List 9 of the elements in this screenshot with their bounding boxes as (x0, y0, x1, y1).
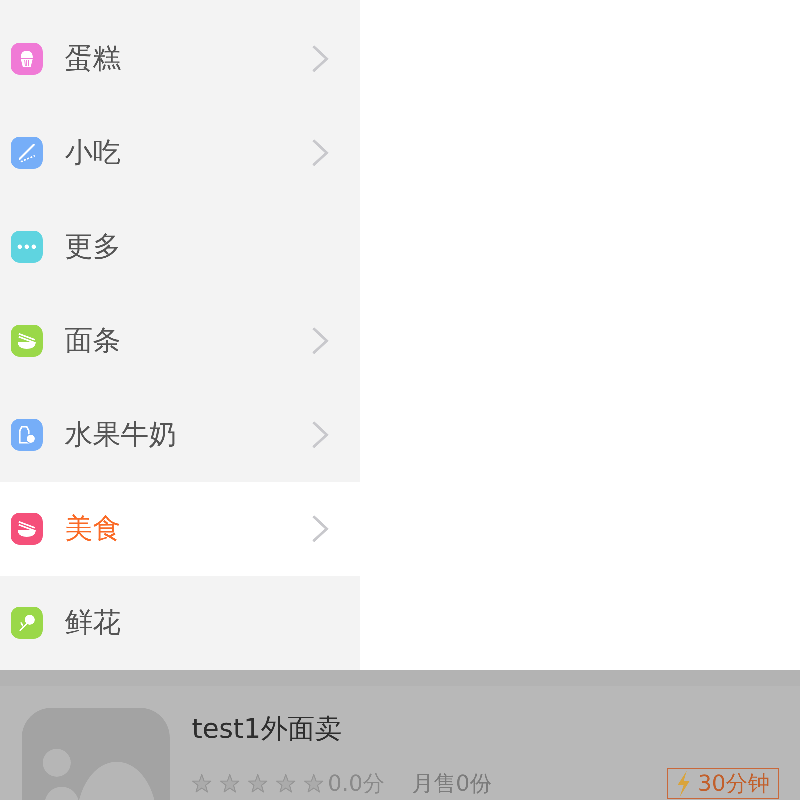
star-icon (276, 774, 296, 793)
star-icon (304, 774, 324, 793)
star-icon (192, 774, 212, 793)
shop-name: test1外面卖 (192, 715, 342, 745)
delivery-time: 30分钟 (698, 770, 770, 798)
star-icon (220, 774, 240, 793)
star-icon (248, 774, 268, 793)
monthly-sales: 月售0份 (412, 770, 492, 798)
lightning-icon (676, 770, 692, 796)
